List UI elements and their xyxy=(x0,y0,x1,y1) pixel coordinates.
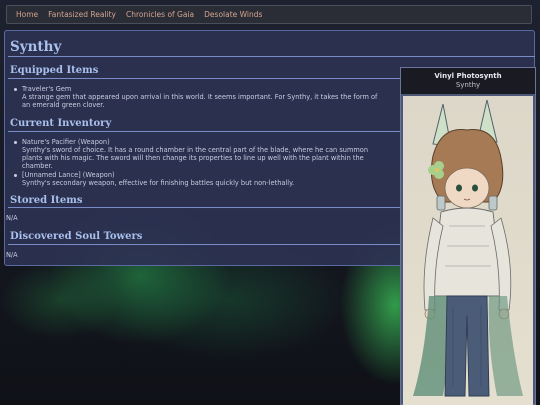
soul-towers-heading: Discovered Soul Towers xyxy=(10,231,143,242)
item-description-line: Synthy's sword of choice. It has a round… xyxy=(22,146,369,154)
stored-items-heading: Stored Items xyxy=(10,195,83,206)
current-inventory-list: Nature's Pacifier (Weapon) Synthy's swor… xyxy=(12,138,397,188)
item-description-line: Synthy's secondary weapon, effective for… xyxy=(22,179,295,187)
equipped-items-list: Traveler's Gem A strange gem that appear… xyxy=(12,85,397,110)
stored-items-value: N/A xyxy=(6,214,18,222)
current-inventory-heading: Current Inventory xyxy=(10,118,112,129)
item-description-line: chamber. xyxy=(22,162,53,170)
nav-link-desolate-winds[interactable]: Desolate Winds xyxy=(204,10,262,19)
image-subtitle: Synthy xyxy=(455,81,481,89)
title-divider xyxy=(8,56,535,57)
nav-link-chronicles-of-gaia[interactable]: Chronicles of Gaia xyxy=(126,10,194,19)
list-item: Traveler's Gem A strange gem that appear… xyxy=(12,85,397,109)
item-name: [Unnamed Lance] (Weapon) xyxy=(22,171,115,179)
stored-items-divider xyxy=(8,207,400,208)
nav-link-home[interactable]: Home xyxy=(16,10,38,19)
nav-link-fantasized-reality[interactable]: Fantasized Reality xyxy=(48,10,116,19)
page-title: Synthy xyxy=(10,39,62,55)
soul-towers-value: N/A xyxy=(6,251,18,259)
item-name: Traveler's Gem xyxy=(22,85,72,93)
list-item: Nature's Pacifier (Weapon) Synthy's swor… xyxy=(12,138,397,170)
item-description-line: an emerald green clover. xyxy=(22,101,105,109)
equipped-items-divider xyxy=(8,78,400,79)
item-name: Nature's Pacifier (Weapon) xyxy=(22,138,110,146)
item-description-line: A strange gem that appeared upon arrival… xyxy=(22,93,378,101)
soul-towers-divider xyxy=(8,244,400,245)
character-sketch-icon xyxy=(413,99,523,397)
character-drawing[interactable] xyxy=(403,96,533,405)
current-inventory-divider xyxy=(8,131,400,132)
image-title: Vinyl Photosynth xyxy=(434,72,502,80)
top-navigation: Home Fantasized Reality Chronicles of Ga… xyxy=(6,5,532,24)
item-description-line: plants with his magic. The sword will th… xyxy=(22,154,364,162)
list-item: [Unnamed Lance] (Weapon) Synthy's second… xyxy=(12,171,397,187)
image-caption: Vinyl Photosynth Synthy xyxy=(401,68,535,94)
equipped-items-heading: Equipped Items xyxy=(10,65,99,76)
